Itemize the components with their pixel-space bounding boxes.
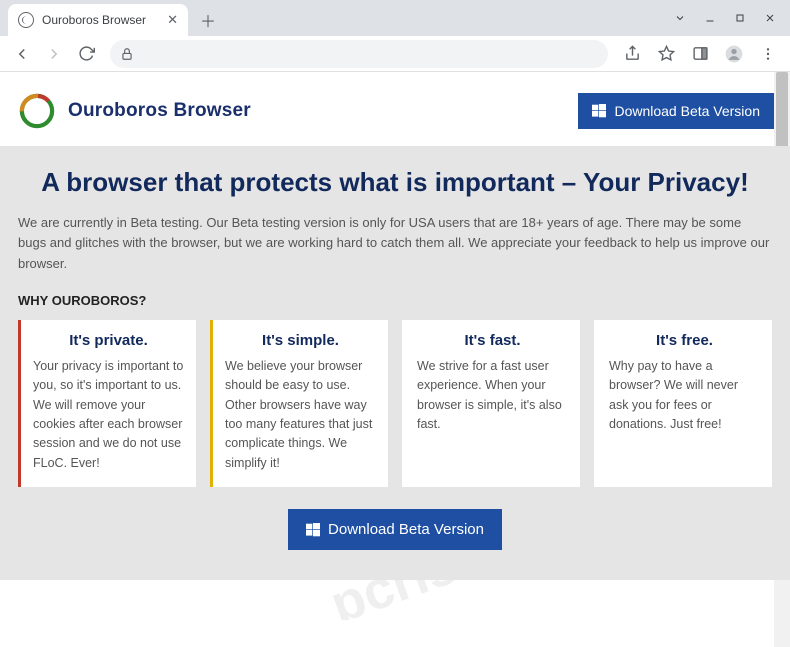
card-free: It's free. Why pay to have a browser? We… [594,320,772,487]
beta-description: We are currently in Beta testing. Our Be… [18,213,772,275]
ouroboros-logo-icon [16,90,58,132]
profile-avatar-icon[interactable] [720,40,748,68]
tab-title: Ouroboros Browser [42,13,159,27]
card-title: It's simple. [225,332,376,349]
back-button[interactable] [8,40,36,68]
close-tab-icon[interactable]: ✕ [167,12,178,28]
card-body: Why pay to have a browser? We will never… [609,357,760,435]
window-titlebar: Ouroboros Browser ✕ ＋ [0,0,790,36]
site-header: Ouroboros Browser Download Beta Version [16,86,774,146]
minimize-button[interactable] [696,4,724,32]
brand-name: Ouroboros Browser [68,100,251,122]
kebab-menu-icon[interactable] [754,40,782,68]
brand: Ouroboros Browser [16,90,251,132]
page-content: pcrisk.com Ouroboros Browser Download Be… [0,72,790,647]
card-fast: It's fast. We strive for a fast user exp… [402,320,580,487]
bookmark-star-icon[interactable] [652,40,680,68]
globe-icon [18,12,34,28]
share-icon[interactable] [618,40,646,68]
maximize-button[interactable] [726,4,754,32]
card-body: We strive for a fast user experience. Wh… [417,357,568,435]
window-controls [666,4,784,32]
close-window-button[interactable] [756,4,784,32]
chevron-down-icon[interactable] [666,4,694,32]
card-title: It's private. [33,332,184,349]
hero-title: A browser that protects what is importan… [18,166,772,199]
lock-icon [120,47,134,61]
card-simple: It's simple. We believe your browser sho… [210,320,388,487]
download-beta-cta-label: Download Beta Version [328,521,484,538]
new-tab-button[interactable]: ＋ [194,6,222,34]
card-body: We believe your browser should be easy t… [225,357,376,473]
card-body: Your privacy is important to you, so it'… [33,357,184,473]
page-viewport: pcrisk.com Ouroboros Browser Download Be… [0,72,790,647]
reload-button[interactable] [72,40,100,68]
browser-tab[interactable]: Ouroboros Browser ✕ [8,4,188,36]
forward-button[interactable] [40,40,68,68]
windows-logo-icon [592,104,606,118]
main-section: A browser that protects what is importan… [0,146,790,580]
download-beta-button-cta[interactable]: Download Beta Version [288,509,502,550]
feature-cards: It's private. Your privacy is important … [18,320,772,487]
side-panel-icon[interactable] [686,40,714,68]
windows-logo-icon [306,523,320,537]
card-private: It's private. Your privacy is important … [18,320,196,487]
browser-toolbar [0,36,790,72]
why-heading: WHY OUROBOROS? [18,293,772,308]
card-title: It's fast. [417,332,568,349]
download-beta-label: Download Beta Version [614,103,760,119]
download-beta-button[interactable]: Download Beta Version [578,93,774,129]
cta-row: Download Beta Version [18,509,772,550]
address-bar[interactable] [110,40,608,68]
card-title: It's free. [609,332,760,349]
